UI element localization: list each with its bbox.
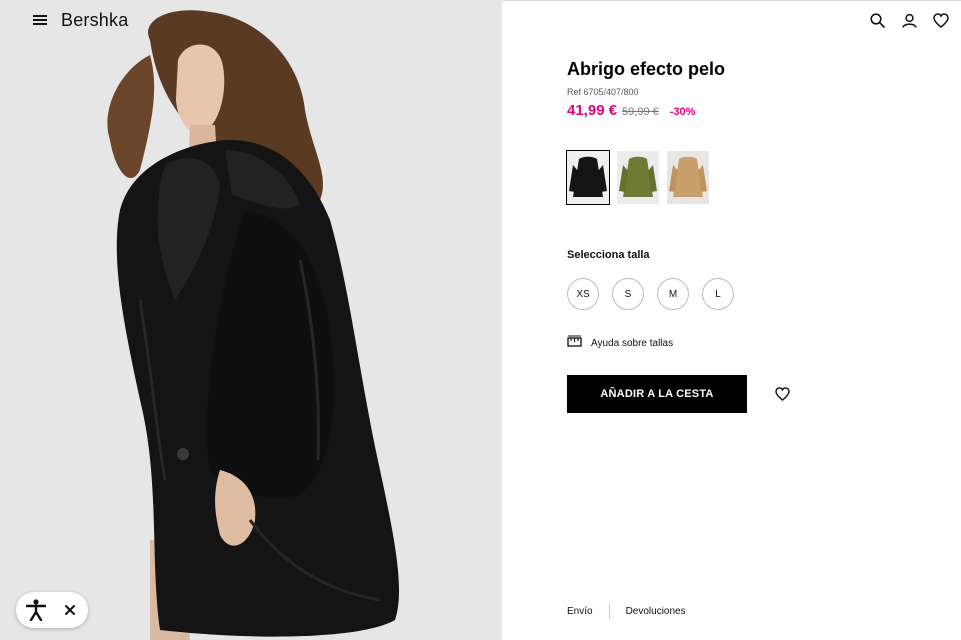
close-icon[interactable] <box>62 602 78 618</box>
color-swatch-green[interactable] <box>617 151 659 204</box>
size-option-s[interactable]: S <box>612 278 644 310</box>
product-title: Abrigo efecto pelo <box>567 59 726 79</box>
color-swatch-black[interactable] <box>566 150 610 205</box>
ruler-icon <box>567 334 582 352</box>
footer-links: Envío Devoluciones <box>567 603 686 619</box>
wishlist-heart-icon[interactable] <box>772 384 792 404</box>
price-block: 41,99 € 59,99 € -30% <box>567 102 947 119</box>
color-swatches <box>566 150 709 205</box>
old-price: 59,99 € <box>622 106 659 118</box>
returns-link[interactable]: Devoluciones <box>626 606 686 617</box>
product-ref: Ref 6705/407/800 <box>567 87 639 97</box>
heart-icon[interactable] <box>931 10 951 30</box>
product-details-pane: Abrigo efecto pelo Ref 6705/407/800 41,9… <box>502 0 961 640</box>
accessibility-icon[interactable] <box>24 598 48 622</box>
size-label: Selecciona talla <box>567 249 650 261</box>
footer-divider <box>608 603 610 619</box>
header-actions <box>867 10 951 30</box>
size-help-link[interactable]: Ayuda sobre tallas <box>567 334 673 352</box>
menu-icon[interactable] <box>30 10 50 30</box>
product-image-pane: Bershka <box>0 0 502 640</box>
size-help-label: Ayuda sobre tallas <box>591 337 674 349</box>
discount-badge: -30% <box>669 106 696 118</box>
size-option-xs[interactable]: XS <box>567 278 599 310</box>
product-photo[interactable] <box>0 0 502 640</box>
add-to-cart-button[interactable]: AÑADIR A LA CESTA <box>567 375 747 413</box>
color-swatch-camel[interactable] <box>667 151 709 204</box>
user-icon[interactable] <box>899 10 919 30</box>
accessibility-widget <box>16 592 88 628</box>
size-option-l[interactable]: L <box>702 278 734 310</box>
shipping-link[interactable]: Envío <box>567 606 593 617</box>
size-option-m[interactable]: M <box>657 278 689 310</box>
current-price: 41,99 € <box>567 102 618 119</box>
search-icon[interactable] <box>867 10 887 30</box>
size-selector: XS S M L <box>567 278 734 310</box>
product-info: Abrigo efecto pelo Ref 6705/407/800 41,9… <box>567 59 947 119</box>
brand-logo[interactable]: Bershka <box>61 10 128 31</box>
